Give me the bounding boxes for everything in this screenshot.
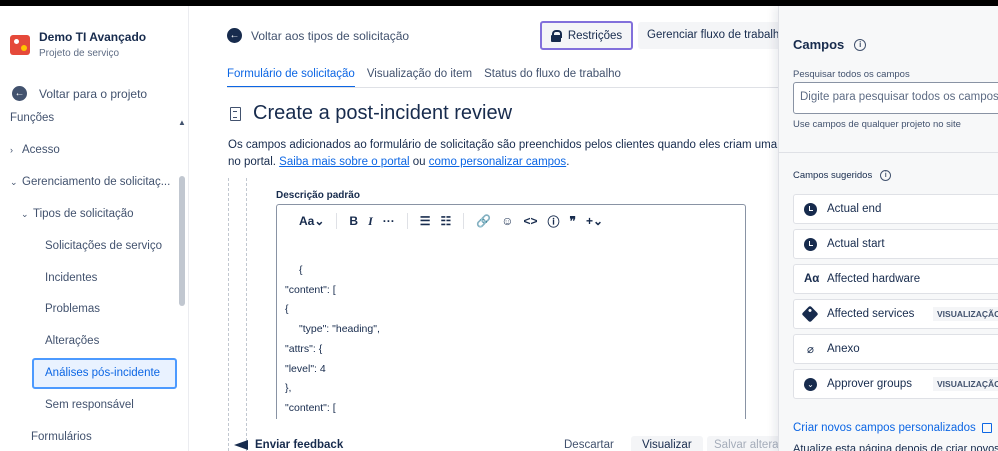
code-icon[interactable]: <> (524, 214, 538, 228)
send-feedback-button[interactable]: Enviar feedback (234, 439, 343, 451)
paperclip-icon: ⌀ (807, 344, 814, 356)
preview-badge: VISUALIZAÇÃO D (933, 307, 998, 321)
field-label: Descrição padrão (276, 190, 360, 201)
tab-bar: Formulário de solicitação Visualização d… (227, 68, 621, 88)
sidebar-item-sem-responsavel[interactable]: Sem responsável (45, 399, 134, 411)
info-icon[interactable]: i (880, 170, 892, 181)
description-editor[interactable]: Aa⌄ B I ··· ☰ ☷ 🔗 ☺ <> ⓘ ❞ +⌄ { "content… (276, 204, 746, 419)
drop-zone-border (246, 178, 247, 451)
external-link-icon (981, 423, 992, 433)
italic-button[interactable]: I (368, 214, 373, 229)
sidebar-item-funcoes[interactable]: Funções (10, 112, 54, 124)
customize-fields-link[interactable]: como personalizar campos (429, 156, 566, 168)
search-label: Pesquisar todos os campos (793, 69, 910, 80)
arrow-left-icon: ← (12, 86, 27, 101)
sidebar-item-alteracoes[interactable]: Alterações (45, 335, 99, 347)
search-fields-input[interactable]: Digite para pesquisar todos os campos (793, 82, 998, 114)
text-style-dropdown[interactable]: Aa⌄ (299, 214, 324, 228)
sidebar-item-incidentes[interactable]: Incidentes (45, 272, 97, 284)
footer-bar: Enviar feedback Descartar Visualizar Sal… (190, 436, 778, 451)
insert-menu-button[interactable]: +⌄ (586, 214, 603, 228)
project-logo-icon (10, 35, 30, 55)
sidebar-scrollbar[interactable]: ▲ (178, 116, 186, 436)
tag-icon (801, 305, 819, 323)
toolbar-divider (463, 213, 465, 229)
back-to-project-link[interactable]: ← Voltar para o projeto (12, 86, 147, 101)
info-icon[interactable]: i (854, 38, 867, 51)
clock-icon (804, 237, 817, 251)
page-description: Os campos adicionados ao formulário de s… (228, 139, 778, 168)
field-card-affected-hardware[interactable]: Aα Affected hardware (793, 264, 998, 294)
text-icon: Aα (804, 273, 820, 285)
suggested-fields-heading: Campos sugeridos i (793, 170, 892, 181)
manage-workflow-button[interactable]: Gerenciar fluxo de trabalho (638, 22, 778, 49)
scroll-up-icon[interactable]: ▲ (178, 118, 186, 127)
numbered-list-icon[interactable]: ☷ (441, 214, 452, 228)
search-hint: Use campos de qualquer projeto no site (793, 119, 961, 130)
field-card-approver-groups[interactable]: ⌄ Approver groups VISUALIZAÇÃO D (793, 369, 998, 399)
fields-panel: Campos i Pesquisar todos os campos Digit… (778, 6, 998, 451)
back-to-request-types-link[interactable]: ← Voltar aos tipos de solicitação (227, 28, 409, 43)
sidebar-item-analises[interactable]: Análises pós-incidente (32, 358, 177, 389)
sidebar-item-gerenciamento[interactable]: ⌄ Gerenciamento de solicitaç... (10, 176, 170, 188)
chevron-down-icon: ⌄ (10, 177, 18, 187)
tab-request-form[interactable]: Formulário de solicitação (227, 68, 355, 88)
toolbar-divider (336, 213, 338, 229)
form-icon (230, 106, 241, 121)
preview-button[interactable]: Visualizar (631, 436, 703, 451)
emoji-icon[interactable]: ☺ (501, 214, 513, 228)
drop-zone-border (228, 178, 229, 451)
panel-divider (779, 152, 998, 153)
arrow-left-icon: ← (227, 28, 242, 43)
preview-badge: VISUALIZAÇÃO D (933, 377, 998, 391)
toolbar-divider (406, 213, 408, 229)
restrictions-button[interactable]: Restrições (540, 21, 633, 50)
editor-toolbar: Aa⌄ B I ··· ☰ ☷ 🔗 ☺ <> ⓘ ❞ +⌄ (277, 205, 745, 237)
refresh-hint: Atualize esta página depois de criar nov… (793, 443, 998, 451)
chevron-down-icon: ⌄ (21, 209, 29, 219)
field-card-anexo[interactable]: ⌀ Anexo (793, 334, 998, 364)
sidebar-item-tipos[interactable]: ⌄ Tipos de solicitação (21, 208, 134, 220)
project-header[interactable]: Demo TI Avançado Projeto de serviço (10, 30, 146, 59)
field-card-actual-start[interactable]: Actual start (793, 229, 998, 259)
chevron-right-icon: › (10, 145, 13, 155)
info-panel-icon[interactable]: ⓘ (548, 213, 560, 230)
field-card-actual-end[interactable]: Actual end (793, 194, 998, 224)
sidebar-item-formularios[interactable]: Formulários (31, 431, 92, 443)
sidebar-item-problemas[interactable]: Problemas (45, 303, 100, 315)
bold-button[interactable]: B (349, 214, 358, 228)
tab-item-view[interactable]: Visualização do item (367, 68, 472, 88)
page-heading: Create a post-incident review (230, 102, 512, 125)
back-to-project-label: Voltar para o projeto (39, 86, 148, 101)
more-formatting-button[interactable]: ··· (383, 214, 395, 228)
create-custom-fields-link[interactable]: Criar novos campos personalizados (793, 422, 992, 434)
editor-content[interactable]: { "content": [ { "type": "heading", "att… (285, 261, 380, 419)
tabs-divider (227, 87, 778, 88)
link-icon[interactable]: 🔗 (476, 214, 491, 228)
save-changes-button: Salvar alterações (707, 436, 778, 451)
sidebar: Demo TI Avançado Projeto de serviço ← Vo… (0, 6, 189, 451)
lock-icon (550, 30, 562, 42)
sidebar-item-acesso[interactable]: › Acesso (10, 144, 60, 156)
tab-workflow-status[interactable]: Status do fluxo de trabalho (484, 68, 621, 88)
bullet-list-icon[interactable]: ☰ (420, 214, 431, 228)
page-title: Create a post-incident review (253, 102, 513, 124)
quote-icon[interactable]: ❞ (570, 214, 576, 228)
learn-portal-link[interactable]: Saiba mais sobre o portal (279, 156, 409, 168)
project-type: Projeto de serviço (39, 48, 120, 59)
fields-panel-title: Campos i (793, 37, 867, 52)
megaphone-icon (234, 440, 248, 450)
sidebar-item-solicitacoes[interactable]: Solicitações de serviço (45, 240, 162, 252)
clock-icon (804, 202, 817, 216)
select-icon: ⌄ (804, 377, 817, 391)
discard-button[interactable]: Descartar (564, 439, 614, 451)
main-content: ← Voltar aos tipos de solicitação Restri… (190, 6, 778, 451)
scrollbar-thumb[interactable] (179, 176, 185, 306)
back-to-request-types-label: Voltar aos tipos de solicitação (251, 28, 410, 43)
project-name: Demo TI Avançado (39, 30, 147, 44)
field-card-affected-services[interactable]: Affected services VISUALIZAÇÃO D (793, 299, 998, 329)
